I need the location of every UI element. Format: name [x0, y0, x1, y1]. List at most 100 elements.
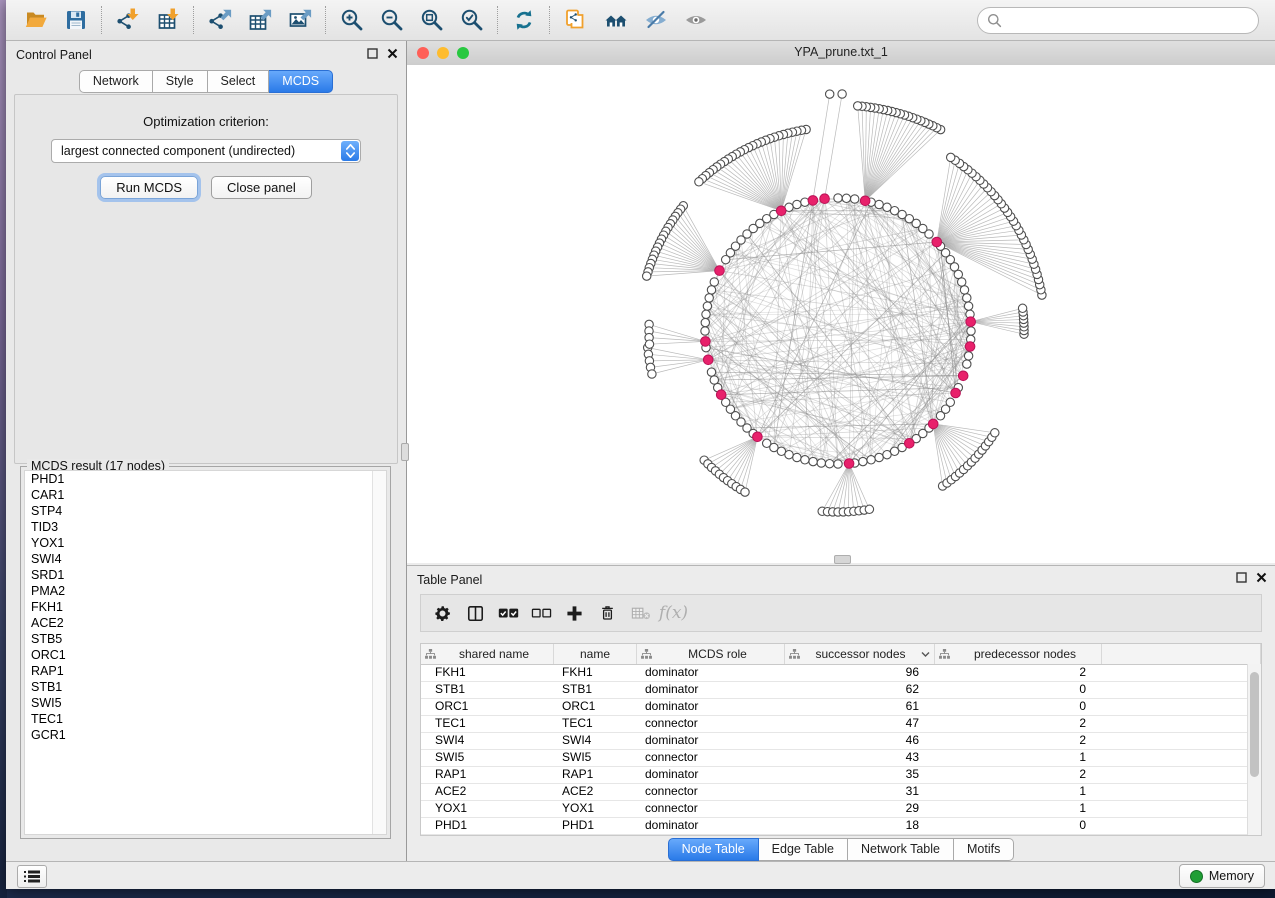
list-scrollbar[interactable]	[372, 471, 386, 834]
table-row[interactable]: SWI5SWI5connector431	[421, 750, 1261, 767]
zoom-out-icon[interactable]	[372, 4, 412, 36]
mcds-result-item[interactable]: CAR1	[25, 487, 386, 503]
table-row[interactable]: ORC1ORC1dominator610	[421, 699, 1261, 716]
table-cell: 2	[935, 665, 1102, 681]
table-row[interactable]: TEC1TEC1connector472	[421, 716, 1261, 733]
select-all-icon[interactable]	[496, 601, 521, 626]
table-row[interactable]: YOX1YOX1connector291	[421, 801, 1261, 818]
tab-node-table[interactable]: Node Table	[668, 838, 759, 861]
table-cell: SWI5	[554, 750, 637, 766]
table-scrollbar[interactable]	[1247, 664, 1261, 835]
network-titlebar[interactable]: YPA_prune.txt_1	[407, 41, 1275, 66]
mcds-result-item[interactable]: ORC1	[25, 647, 386, 663]
table-cell: 35	[785, 767, 935, 783]
table-panel: Table Panel f(x) shared namenameMCDS rol…	[407, 565, 1275, 862]
table-row[interactable]: PHD1PHD1dominator180	[421, 818, 1261, 835]
column-header-shared-name[interactable]: shared name	[421, 644, 554, 664]
export-image-icon[interactable]	[280, 4, 320, 36]
mcds-result-item[interactable]: YOX1	[25, 535, 386, 551]
zoom-fit-icon[interactable]	[412, 4, 452, 36]
tab-mcds[interactable]: MCDS	[269, 70, 333, 93]
mcds-result-item[interactable]: PHD1	[25, 471, 386, 487]
import-table-icon[interactable]	[148, 4, 188, 36]
add-row-icon[interactable]	[562, 601, 587, 626]
mcds-result-item[interactable]: STB1	[25, 679, 386, 695]
import-network-icon[interactable]	[108, 4, 148, 36]
mcds-result-item[interactable]: STP4	[25, 503, 386, 519]
horizontal-splitter-handle[interactable]	[834, 555, 851, 564]
table-row[interactable]: FKH1FKH1dominator962	[421, 665, 1261, 682]
search-box[interactable]	[977, 7, 1259, 34]
table-cell: 29	[785, 801, 935, 817]
mcds-result-item[interactable]: TEC1	[25, 711, 386, 727]
mcds-result-item[interactable]: FKH1	[25, 599, 386, 615]
open-file-icon[interactable]	[16, 4, 56, 36]
column-header-MCDS-role[interactable]: MCDS role	[637, 644, 785, 664]
table-cell: 18	[785, 818, 935, 834]
status-menu-button[interactable]	[17, 865, 47, 888]
table-scrollbar-thumb[interactable]	[1250, 672, 1259, 777]
refresh-icon[interactable]	[504, 4, 544, 36]
delete-row-icon[interactable]	[595, 601, 620, 626]
tab-edge-table[interactable]: Edge Table	[759, 838, 848, 861]
mcds-result-list[interactable]: PHD1CAR1STP4TID3YOX1SWI4SRD1PMA2FKH1ACE2…	[24, 470, 387, 835]
search-input[interactable]	[1002, 12, 1258, 28]
table-row[interactable]: SWI4SWI4dominator462	[421, 733, 1261, 750]
table-toolbar: f(x)	[420, 594, 1262, 632]
mcds-result-item[interactable]: SWI5	[25, 695, 386, 711]
table-cell: 0	[935, 682, 1102, 698]
float-panel-icon[interactable]	[367, 48, 378, 59]
tab-select[interactable]: Select	[208, 70, 270, 93]
hide-selected-icon[interactable]	[636, 4, 676, 36]
tab-network[interactable]: Network	[79, 70, 153, 93]
criterion-dropdown[interactable]: largest connected component (undirected)	[51, 139, 361, 163]
mcds-result-item[interactable]: STB5	[25, 631, 386, 647]
memory-button[interactable]: Memory	[1179, 864, 1265, 888]
deselect-all-icon[interactable]	[529, 601, 554, 626]
vertical-splitter-handle[interactable]	[401, 443, 409, 461]
cytoscape-window: Control Panel NetworkStyleSelectMCDS Opt…	[6, 0, 1275, 889]
close-panel-button[interactable]: Close panel	[211, 176, 312, 199]
table-cell: FKH1	[421, 665, 554, 681]
zoom-in-icon[interactable]	[332, 4, 372, 36]
table-row[interactable]: ACE2ACE2connector311	[421, 784, 1261, 801]
mcds-result-item[interactable]: GCR1	[25, 727, 386, 743]
optimization-criterion-label: Optimization criterion:	[15, 114, 397, 129]
table-cell: RAP1	[421, 767, 554, 783]
export-table-icon[interactable]	[240, 4, 280, 36]
tab-network-table[interactable]: Network Table	[848, 838, 954, 861]
export-network-icon[interactable]	[200, 4, 240, 36]
float-table-panel-icon[interactable]	[1236, 572, 1247, 583]
mcds-result-item[interactable]: RAP1	[25, 663, 386, 679]
save-icon[interactable]	[56, 4, 96, 36]
duplicate-network-icon[interactable]	[556, 4, 596, 36]
close-table-panel-icon[interactable]	[1256, 572, 1267, 583]
tab-style[interactable]: Style	[153, 70, 208, 93]
first-neighbors-icon[interactable]	[596, 4, 636, 36]
mcds-result-item[interactable]: PMA2	[25, 583, 386, 599]
table-cell: 1	[935, 750, 1102, 766]
close-panel-icon[interactable]	[387, 48, 398, 59]
node-table: shared namenameMCDS rolesuccessor nodesp…	[420, 643, 1262, 836]
table-cell: 61	[785, 699, 935, 715]
zoom-selected-icon[interactable]	[452, 4, 492, 36]
mcds-result-item[interactable]: ACE2	[25, 615, 386, 631]
settings-icon[interactable]	[430, 601, 455, 626]
network-canvas[interactable]	[407, 65, 1275, 563]
table-cell: dominator	[637, 767, 785, 783]
column-header-successor-nodes[interactable]: successor nodes	[785, 644, 935, 664]
mcds-result-item[interactable]: SWI4	[25, 551, 386, 567]
mcds-result-item[interactable]: TID3	[25, 519, 386, 535]
table-row[interactable]: STB1STB1dominator620	[421, 682, 1261, 699]
tab-motifs[interactable]: Motifs	[954, 838, 1014, 861]
show-hidden-icon[interactable]	[676, 4, 716, 36]
show-columns-icon[interactable]	[463, 601, 488, 626]
sort-desc-icon	[921, 651, 930, 657]
table-row[interactable]: RAP1RAP1dominator352	[421, 767, 1261, 784]
table-cell: dominator	[637, 682, 785, 698]
mcds-result-item[interactable]: SRD1	[25, 567, 386, 583]
column-header-name[interactable]: name	[554, 644, 637, 664]
attribute-type-icon	[939, 649, 950, 659]
column-header-predecessor-nodes[interactable]: predecessor nodes	[935, 644, 1102, 664]
run-mcds-button[interactable]: Run MCDS	[100, 176, 198, 199]
